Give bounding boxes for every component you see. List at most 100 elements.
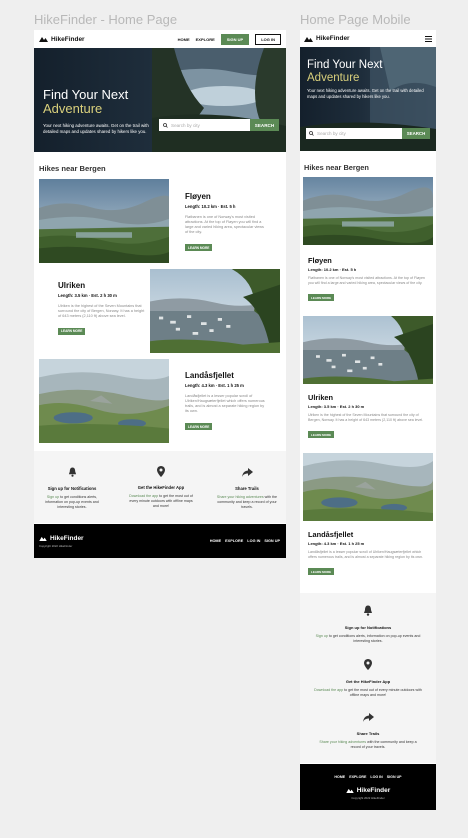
hike-desc: Ulriken is the highest of the Seven Moun… <box>58 304 145 319</box>
search-button[interactable]: SEARCH <box>250 119 279 131</box>
hike-desc: Fløibanen is one of Norway's most visite… <box>308 276 425 285</box>
hike-title: Fløyen <box>185 192 211 201</box>
feature-desc: to get conditions alerts, information on… <box>327 634 421 644</box>
learn-more-button[interactable]: LEARN MORE <box>185 244 213 251</box>
share-arrow-icon <box>241 468 253 477</box>
hero: Find Your Next Adventure Your next hikin… <box>34 48 286 152</box>
hike-image-ulriken[interactable] <box>150 269 280 353</box>
bell-icon <box>364 605 372 616</box>
hike-meta: Length: 3.5 km · Est. 2 h 30 m <box>58 293 117 298</box>
brand-name: HikeFinder <box>316 35 350 42</box>
footer: HikeFinder Copyright 2022 HikeFinder HOM… <box>34 524 286 558</box>
footer-explore[interactable]: EXPLORE <box>225 539 243 543</box>
feature-desc: to get the most out of every minute outd… <box>343 688 422 698</box>
hike-meta: Length: 10.2 km · Est. 5 h <box>308 267 357 272</box>
feature-link[interactable]: Sign up <box>316 634 328 638</box>
learn-more-button[interactable]: LEARN MORE <box>58 327 86 335</box>
signup-button[interactable]: SIGN UP <box>220 33 250 45</box>
feature-notifications: Sign up for Notifications Sign up to get… <box>39 464 105 510</box>
mobile-frame: HikeFinder Find Your Next Adventure Your… <box>300 30 436 810</box>
brand-name: HikeFinder <box>51 35 85 43</box>
hike-image-floyen[interactable] <box>39 179 169 263</box>
feature-title: Share Trails <box>235 486 259 491</box>
search-bar: Search by city SEARCH <box>306 128 430 139</box>
feature-link[interactable]: Share your hiking adventures <box>217 495 264 499</box>
location-pin-icon <box>157 466 165 477</box>
hike-title: Ulriken <box>308 393 334 402</box>
hero-title-line1: Find Your Next <box>307 59 383 71</box>
learn-more-button[interactable]: LEARN MORE <box>185 423 213 430</box>
feature-link[interactable]: Sign up <box>47 495 59 499</box>
hike-meta: Length: 3.5 km · Est. 2 h 30 m <box>308 404 365 409</box>
search-button[interactable]: SEARCH <box>402 128 430 139</box>
mobile-hero: Find Your Next Adventure Your next hikin… <box>300 47 436 151</box>
hike-desc: Landåsfjellet is a lesser popular scroll… <box>308 550 423 559</box>
hike-title: Landåsfjellet <box>308 530 354 539</box>
logo[interactable]: HikeFinder <box>304 35 350 42</box>
hike-image-landasfjellet[interactable] <box>39 359 169 443</box>
mountain-icon <box>39 37 48 42</box>
feature-title: Get the HikeFinder App <box>345 679 391 684</box>
feature-link[interactable]: Share your hiking adventures <box>319 740 366 744</box>
share-arrow-icon <box>362 713 374 722</box>
mountain-icon <box>345 788 354 793</box>
bell-icon <box>68 467 76 477</box>
section-title: Hikes near Bergen <box>39 164 106 173</box>
search-placeholder: Search by city <box>171 122 200 128</box>
hike-card-landasfjellet: Landåsfjellet Length: 4.3 km · Est. 1 h … <box>185 371 265 433</box>
feature-share: Share Trails Share your hiking adventure… <box>314 709 422 750</box>
hike-card-floyen: Fløyen Length: 10.2 km · Est. 5 h Fløiba… <box>308 256 428 304</box>
mobile-navbar: HikeFinder <box>300 30 436 47</box>
footer-logo[interactable]: HikeFinder <box>39 535 84 542</box>
logo[interactable]: HikeFinder <box>39 36 85 43</box>
hike-card-landasfjellet: Landåsfjellet Length: 4.3 km · Est. 1 h … <box>308 530 428 578</box>
login-button[interactable]: LOG IN <box>255 33 281 45</box>
learn-more-button[interactable]: LEARN MORE <box>308 431 335 439</box>
hike-desc: Ulriken is the highest of the Seven Moun… <box>308 413 424 422</box>
footer-home[interactable]: HOME <box>334 775 345 779</box>
feature-link[interactable]: Download the app <box>129 494 158 498</box>
hike-title: Ulriken <box>58 281 86 290</box>
hike-card-ulriken: Ulriken Length: 3.5 km · Est. 2 h 30 m U… <box>58 281 146 337</box>
nav-explore[interactable]: EXPLORE <box>196 37 215 42</box>
hike-image-ulriken[interactable] <box>303 316 433 384</box>
hero-subtitle: Your next hiking adventure awaits. Get o… <box>43 122 149 134</box>
footer-login[interactable]: LOG IN <box>370 775 382 779</box>
feature-title: Get the HikeFinder App <box>137 485 185 490</box>
learn-more-button[interactable]: LEARN MORE <box>308 568 335 576</box>
nav-home[interactable]: HOME <box>178 37 190 42</box>
mobile-frame-label: Home Page Mobile <box>300 12 411 27</box>
hike-meta: Length: 4.3 km · Est. 1 h 25 m <box>308 541 365 546</box>
footer-brand: HikeFinder <box>50 535 84 542</box>
feature-notifications: Sign up for Notifications Sign up to get… <box>314 603 422 644</box>
desktop-frame: HikeFinder HOME EXPLORE SIGN UP LOG IN F… <box>34 30 286 558</box>
feature-link[interactable]: Download the app <box>314 688 343 692</box>
footer-signup[interactable]: SIGN UP <box>387 775 402 779</box>
hero-title-line2: Adventure <box>43 101 103 117</box>
footer: HOME EXPLORE LOG IN SIGN UP HikeFinder C… <box>300 764 436 810</box>
footer-login[interactable]: LOG IN <box>247 539 260 543</box>
footer-explore[interactable]: EXPLORE <box>349 775 366 779</box>
hike-meta: Length: 10.2 km · Est. 5 h <box>185 204 236 209</box>
footer-home[interactable]: HOME <box>210 539 221 543</box>
hike-title: Landåsfjellet <box>185 371 234 380</box>
hike-image-floyen[interactable] <box>303 177 433 245</box>
mountain-icon <box>304 36 313 42</box>
search-icon <box>163 122 168 128</box>
hike-image-landasfjellet[interactable] <box>303 453 433 521</box>
hike-meta: Length: 4.3 km · Est. 1 h 25 m <box>185 383 244 388</box>
hero-title-line2: Adventure <box>307 71 360 84</box>
search-input[interactable]: Search by city <box>159 119 250 131</box>
hamburger-menu-icon[interactable] <box>425 35 432 42</box>
hero-title-line1: Find Your Next <box>43 87 129 102</box>
copyright: Copyright 2022 HikeFinder <box>39 544 73 548</box>
footer-signup[interactable]: SIGN UP <box>264 539 280 543</box>
feature-share: Share Trails Share your hiking adventure… <box>214 464 280 510</box>
hike-title: Fløyen <box>308 256 332 265</box>
nav-links: HOME EXPLORE SIGN UP LOG IN <box>178 33 281 45</box>
footer-logo[interactable]: HikeFinder <box>300 787 436 794</box>
learn-more-button[interactable]: LEARN MORE <box>308 294 335 302</box>
search-input[interactable]: Search by city <box>306 128 402 139</box>
feature-title: Share Trails <box>356 731 380 736</box>
footer-links: HOME EXPLORE LOG IN SIGN UP <box>210 539 280 543</box>
